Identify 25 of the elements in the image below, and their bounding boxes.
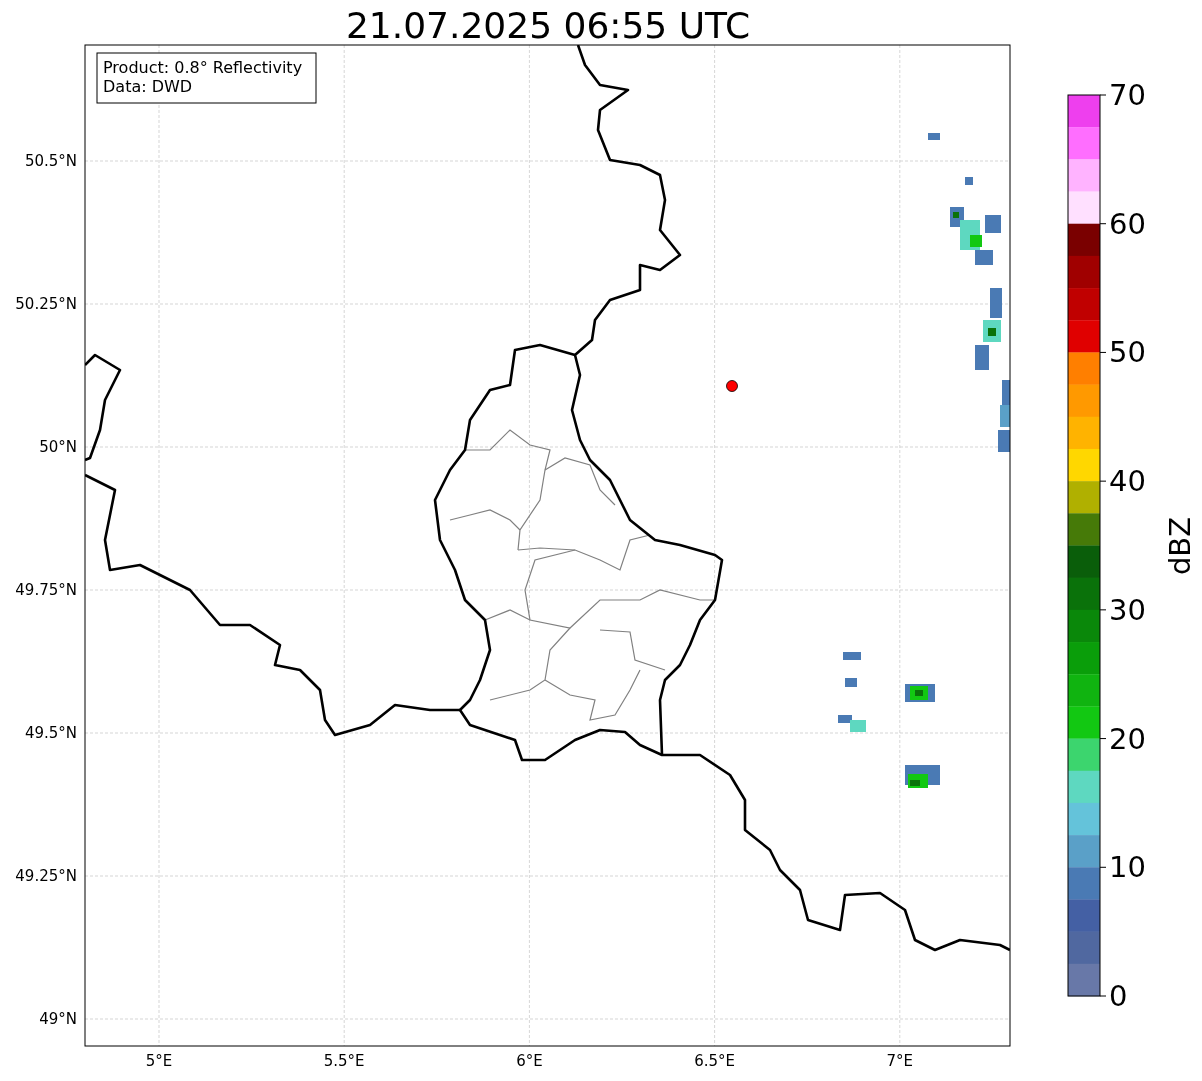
colorbar-tick-label: 40 (1109, 464, 1146, 499)
radar-site-marker (726, 380, 738, 392)
axis-tick-label: 49°N (39, 1010, 77, 1028)
axis-tick-label: 5.5°E (323, 1052, 365, 1070)
colorbar-tick-label: 10 (1109, 850, 1146, 885)
axis-tick-label: 5°E (145, 1052, 173, 1070)
axis-tick-label: 49.5°N (24, 724, 77, 742)
colorbar-tick-label: 50 (1109, 335, 1146, 370)
colorbar-tick-label: 70 (1109, 78, 1146, 112)
axis-tick-label: 50.5°N (24, 152, 77, 170)
colorbar-label: dBZ (1163, 516, 1197, 576)
axis-tick-label: 7°E (886, 1052, 914, 1070)
colorbar-tick-label: 20 (1109, 721, 1146, 756)
info-text: Data: DWD (103, 77, 193, 96)
axis-tick-label: 49.75°N (15, 581, 77, 599)
axis-tick-label: 6.5°E (694, 1052, 735, 1070)
info-text: Product: 0.8° Reflectivity (103, 58, 303, 77)
colorbar-tick-label: 30 (1109, 592, 1146, 627)
axis-tick-label: 50°N (39, 438, 77, 456)
axis-tick-label: 50.25°N (15, 295, 77, 313)
colorbar-tick-label: 60 (1109, 206, 1146, 241)
colorbar-tick-label: 0 (1109, 979, 1128, 1013)
chart-title: 21.07.2025 06:55 UTC (345, 5, 751, 46)
axis-tick-label: 49.25°N (15, 867, 77, 885)
axis-tick-label: 6°E (516, 1052, 543, 1070)
